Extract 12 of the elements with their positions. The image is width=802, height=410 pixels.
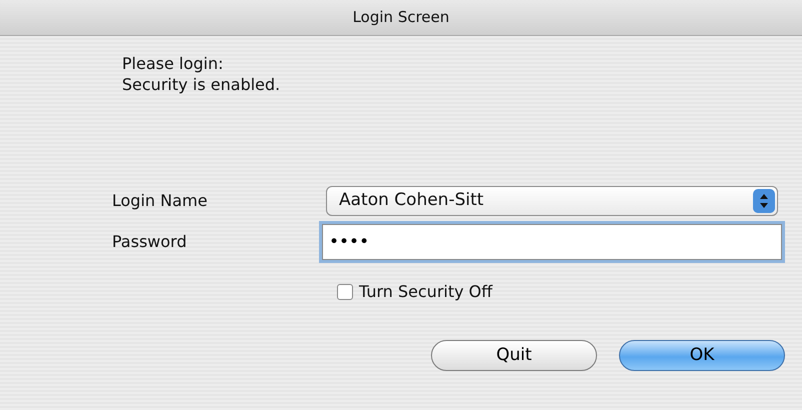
checkbox[interactable] <box>337 284 353 300</box>
quit-button[interactable]: Quit <box>431 340 597 371</box>
window-title: Login Screen <box>352 7 450 28</box>
checkbox-label[interactable]: Turn Security Off <box>359 280 492 304</box>
login-name-dropdown[interactable]: Aaton Cohen-Sitt <box>326 186 778 216</box>
stepper-icon <box>753 189 775 213</box>
field-label: Login Name <box>111 190 208 212</box>
field-label: Password <box>111 231 188 253</box>
message-text: Please login: <box>122 53 224 74</box>
ok-button[interactable]: OK <box>619 340 785 371</box>
password-field[interactable]: •••• <box>322 224 782 260</box>
message-text: Security is enabled. <box>122 74 282 95</box>
